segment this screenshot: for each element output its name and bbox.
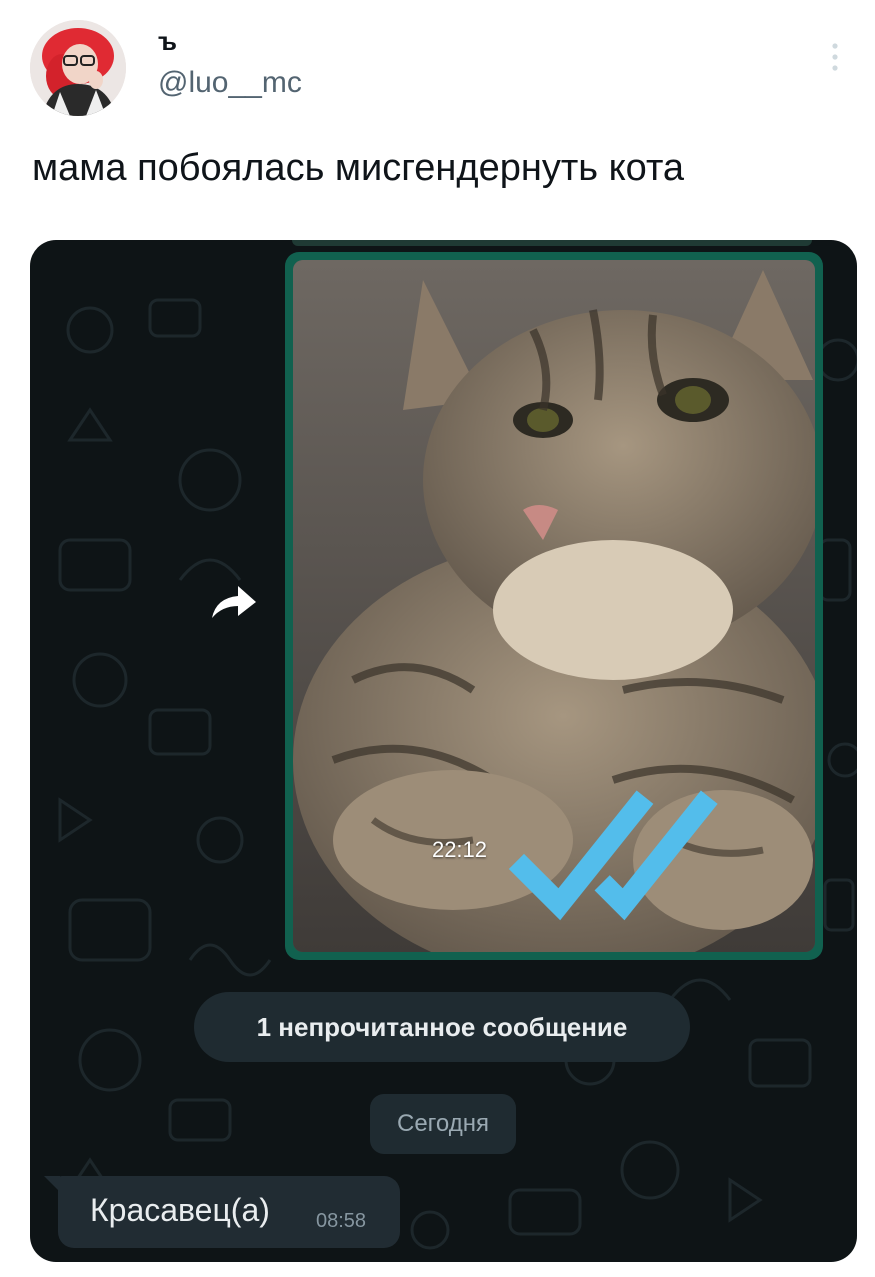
user-avatar-icon	[30, 20, 126, 116]
incoming-message[interactable]: Красавец(а) 08:58	[44, 1176, 400, 1248]
tweet-media[interactable]: 22:12 1 непрочитанное сообщение Сегодня …	[30, 240, 857, 1262]
display-name[interactable]: ъ	[158, 26, 177, 57]
previous-message-edge	[292, 240, 812, 246]
date-separator: Сегодня	[370, 1094, 516, 1154]
photo-message-meta: 22:12	[432, 765, 795, 936]
double-check-icon	[508, 790, 718, 920]
user-handle[interactable]: @luo__mc	[158, 66, 302, 100]
tweet-text: мама побоялась мисгендернуть кота	[32, 147, 685, 189]
incoming-message-text: Красавец(а)	[90, 1192, 270, 1228]
avatar[interactable]	[30, 20, 126, 116]
more-vertical-icon[interactable]	[822, 38, 848, 78]
outgoing-photo-message[interactable]: 22:12	[285, 252, 823, 960]
photo-message-time: 22:12	[431, 837, 488, 863]
bubble-tail-icon	[44, 1176, 60, 1192]
forward-arrow-icon[interactable]	[206, 582, 260, 622]
incoming-message-time: 08:58	[316, 1210, 367, 1232]
cat-photo[interactable]: 22:12	[293, 260, 815, 952]
unread-messages-banner: 1 непрочитанное сообщение	[194, 992, 690, 1062]
